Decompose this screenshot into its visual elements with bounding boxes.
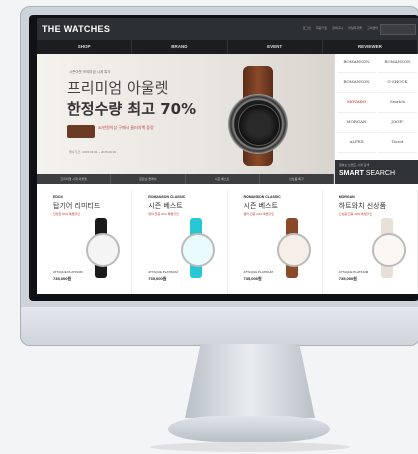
wallet-image xyxy=(67,125,95,138)
smart-search-button[interactable]: 원하는 브랜드 시계 검색 SMART SEARCH xyxy=(335,160,418,184)
product-price: 735,000원 xyxy=(53,276,72,281)
hero-small-text: 시즌아웃 프리미엄 시계 특가 xyxy=(69,70,111,74)
scene: THE WATCHES 로그인 회원가입 장바구니 마일리지몰 고객센터 SHO… xyxy=(0,0,418,454)
brand-logo[interactable]: JOOP! xyxy=(378,118,417,133)
product-card[interactable]: ROMANSON CLASSIC 시즌 베스트 썸머 전용 20% 특별할인 A… xyxy=(132,190,228,294)
hero-tab[interactable]: 프리미엄 시계 아울렛 xyxy=(37,174,112,184)
util-link[interactable]: 마일리지몰 xyxy=(348,26,362,30)
util-link[interactable]: 로그인 xyxy=(303,26,311,30)
product-promo: 썸머 전용 20% 특별할인 xyxy=(243,212,275,216)
product-name: ATTAQUE PLATINUM xyxy=(148,270,178,274)
product-title: 탑기어 리미티드 xyxy=(53,202,101,210)
nav-event[interactable]: EVENT xyxy=(228,40,323,54)
hero-tab[interactable]: 시즌 베스트 xyxy=(186,174,260,184)
util-link[interactable]: 고객센터 xyxy=(367,26,378,30)
monitor-stand-base xyxy=(168,416,330,442)
nav-brand[interactable]: BRAND xyxy=(132,40,228,54)
smart-search-title-rest: SEARCH xyxy=(363,170,396,177)
product-promo: 신상품 전용 20% 특별할인 xyxy=(338,212,373,216)
hero-tab[interactable]: 로만손 클래식 xyxy=(111,174,186,184)
brand-logo[interactable]: ALFEX xyxy=(337,138,376,153)
hero-banner[interactable]: 시즌아웃 프리미엄 시계 특가 프리미엄 아울렛 한정수량 최고 70% 30만… xyxy=(37,54,334,174)
monitor-chin xyxy=(21,307,418,345)
util-link[interactable]: 회원가입 xyxy=(316,26,327,30)
hero-title-line2: 한정수량 최고 70% xyxy=(67,100,197,118)
brand-logo[interactable]: G-SHOCK xyxy=(378,78,417,93)
product-card[interactable]: EDOX 탑기어 리미티드 한정판 50% 특별할인 ATTAQUE PLATI… xyxy=(37,190,133,294)
product-name: ATTAQUE PLATINUM xyxy=(243,270,274,274)
util-links: 로그인 회원가입 장바구니 마일리지몰 고객센터 xyxy=(303,26,378,30)
hero-title-line1: 프리미엄 아울렛 xyxy=(67,79,169,97)
hero-tab[interactable]: 신상품 특가 xyxy=(260,174,334,184)
watch-dial xyxy=(238,104,280,146)
hero-promo: 30만원이상 구매시 클러치백 증정 xyxy=(98,125,154,130)
monitor-shadow xyxy=(150,442,350,452)
nav-reviewer[interactable]: REVIEWER xyxy=(323,40,418,54)
smart-search-caption: 원하는 브랜드 시계 검색 xyxy=(339,163,370,167)
product-watch-image xyxy=(367,218,407,278)
product-title: 시즌 베스트 xyxy=(243,202,278,210)
product-brand: MORGAN xyxy=(338,195,355,199)
smart-search-title: SMART SEARCH xyxy=(339,170,395,177)
product-name: ATTAQUE PLATINUM xyxy=(338,270,369,274)
top-bar: THE WATCHES 로그인 회원가입 장바구니 마일리지몰 고객센터 xyxy=(37,18,418,40)
product-card[interactable]: MORGAN 하트와치 신상품 신상품 전용 20% 특별할인 ATTAQUE … xyxy=(323,190,418,294)
main-nav: SHOP BRAND EVENT REVIEWER xyxy=(37,40,418,54)
brand-logo[interactable]: MORGAN xyxy=(337,118,376,133)
product-title: 하트와치 신상품 xyxy=(338,202,387,210)
screen: THE WATCHES 로그인 회원가입 장바구니 마일리지몰 고객센터 SHO… xyxy=(37,18,418,294)
product-watch-image xyxy=(272,218,312,278)
product-brand: EDOX xyxy=(53,195,63,199)
product-price: 735,000원 xyxy=(338,276,357,281)
product-watch-image xyxy=(176,218,216,278)
watch-case xyxy=(371,233,406,267)
search-input[interactable] xyxy=(380,24,416,35)
watch-case xyxy=(86,233,120,267)
site-logo[interactable]: THE WATCHES xyxy=(42,24,110,34)
product-title: 시즌 베스트 xyxy=(148,202,183,210)
product-promo: 한정판 50% 특별할인 xyxy=(53,212,80,216)
brand-panel: ROMANSON ROMANSON ROMANSON G-SHOCK MOVAD… xyxy=(334,54,418,184)
watch-case xyxy=(276,233,311,267)
product-list: EDOX 탑기어 리미티드 한정판 50% 특별할인 ATTAQUE PLATI… xyxy=(37,190,418,294)
product-price: 735,000원 xyxy=(148,276,167,281)
hero-tabs: 프리미엄 시계 아울렛 로만손 클래식 시즌 베스트 신상품 특가 xyxy=(37,174,334,184)
smart-search-title-bold: SMART xyxy=(339,170,364,177)
product-promo: 썸머 전용 20% 특별할인 xyxy=(148,212,179,216)
product-watch-image xyxy=(81,218,121,278)
nav-shop[interactable]: SHOP xyxy=(37,40,133,54)
brand-logo[interactable]: ROMANSON xyxy=(378,58,417,73)
product-name: ATTAQUE PLATINUM xyxy=(53,270,83,274)
brand-logo[interactable]: ROMANSON xyxy=(337,58,376,73)
brand-grid: ROMANSON ROMANSON ROMANSON G-SHOCK MOVAD… xyxy=(337,58,417,173)
brand-logo[interactable]: ROMANSON xyxy=(337,78,376,93)
brand-logo[interactable]: Swatch xyxy=(378,98,417,113)
monitor-stand-neck xyxy=(185,344,315,418)
product-price: 735,000원 xyxy=(243,276,262,281)
brand-logo[interactable]: MOVADO xyxy=(337,98,376,113)
hero-date: 행사기간 : 2015.09.01 ~ 2015.09.30 xyxy=(69,150,116,154)
brand-logo[interactable]: Tissot xyxy=(378,138,417,153)
product-brand: ROMANSON CLASSIC xyxy=(148,195,186,199)
watch-case xyxy=(181,233,216,267)
product-brand: ROMANSON CLASSIC xyxy=(243,195,281,199)
product-card[interactable]: ROMANSON CLASSIC 시즌 베스트 썸머 전용 20% 특별할인 A… xyxy=(228,190,323,294)
util-link[interactable]: 장바구니 xyxy=(332,26,343,30)
